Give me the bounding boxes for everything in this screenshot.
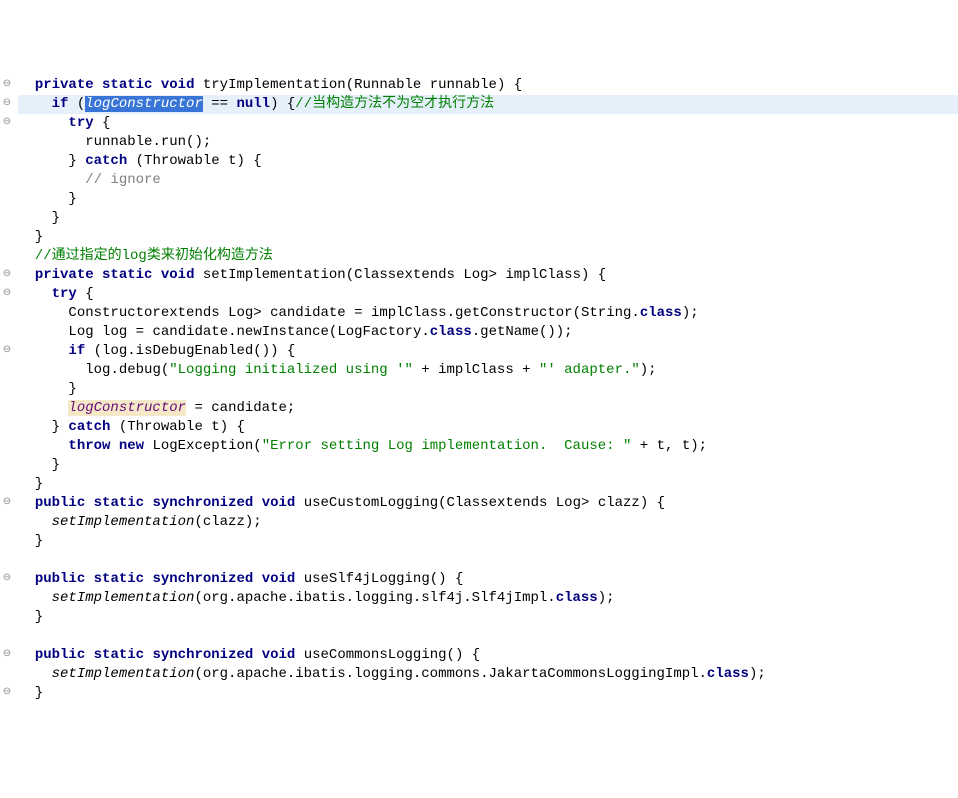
code-line[interactable]: runnable.run();: [18, 133, 958, 152]
code-line[interactable]: }: [18, 456, 958, 475]
fold-gutter: ⊖ ⊖ ⊖ ⊖ ⊖ ⊖ ⊖ ⊖ ⊖ ⊖: [0, 76, 16, 703]
code-line[interactable]: }: [18, 684, 958, 703]
code-line[interactable]: throw new LogException("Error setting Lo…: [18, 437, 958, 456]
code-line[interactable]: }: [18, 190, 958, 209]
code-line[interactable]: if (log.isDebugEnabled()) {: [18, 342, 958, 361]
code-line[interactable]: try {: [18, 114, 958, 133]
code-line[interactable]: setImplementation(org.apache.ibatis.logg…: [18, 589, 958, 608]
code-line[interactable]: }: [18, 380, 958, 399]
code-line[interactable]: public static synchronized void useCommo…: [18, 646, 958, 665]
code-line[interactable]: Constructorextends Log> candidate = impl…: [18, 304, 958, 323]
code-line[interactable]: log.debug("Logging initialized using '" …: [18, 361, 958, 380]
code-line[interactable]: [18, 551, 958, 570]
code-line[interactable]: public static synchronized void useCusto…: [18, 494, 958, 513]
fold-toggle-icon[interactable]: ⊖: [2, 346, 12, 356]
code-line[interactable]: setImplementation(clazz);: [18, 513, 958, 532]
code-line[interactable]: private static void tryImplementation(Ru…: [18, 76, 958, 95]
code-line[interactable]: [18, 627, 958, 646]
code-line[interactable]: public static synchronized void useSlf4j…: [18, 570, 958, 589]
fold-toggle-icon[interactable]: ⊖: [2, 574, 12, 584]
fold-toggle-icon[interactable]: ⊖: [2, 650, 12, 660]
code-line[interactable]: try {: [18, 285, 958, 304]
code-line[interactable]: //通过指定的log类来初始化构造方法: [18, 247, 958, 266]
code-line[interactable]: // ignore: [18, 171, 958, 190]
code-line[interactable]: if (logConstructor == null) {//当构造方法不为空才…: [18, 95, 958, 114]
fold-toggle-icon[interactable]: ⊖: [2, 80, 12, 90]
code-editor[interactable]: ⊖ ⊖ ⊖ ⊖ ⊖ ⊖ ⊖ ⊖ ⊖ ⊖ private static void tryImplem…: [0, 76, 958, 703]
code-line[interactable]: } catch (Throwable t) {: [18, 152, 958, 171]
selected-identifier[interactable]: logConstructor: [85, 96, 203, 112]
fold-toggle-icon[interactable]: ⊖: [2, 118, 12, 128]
fold-toggle-icon[interactable]: ⊖: [2, 289, 12, 299]
fold-toggle-icon[interactable]: ⊖: [2, 270, 12, 280]
code-line[interactable]: }: [18, 608, 958, 627]
code-line[interactable]: setImplementation(org.apache.ibatis.logg…: [18, 665, 958, 684]
code-line[interactable]: logConstructor = candidate;: [18, 399, 958, 418]
code-line[interactable]: private static void setImplementation(Cl…: [18, 266, 958, 285]
code-line[interactable]: Log log = candidate.newInstance(LogFacto…: [18, 323, 958, 342]
code-line[interactable]: }: [18, 475, 958, 494]
code-line[interactable]: }: [18, 228, 958, 247]
fold-toggle-icon[interactable]: ⊖: [2, 688, 12, 698]
fold-toggle-icon[interactable]: ⊖: [2, 99, 12, 109]
usage-highlight[interactable]: logConstructor: [68, 400, 186, 416]
fold-toggle-icon[interactable]: ⊖: [2, 498, 12, 508]
code-line[interactable]: } catch (Throwable t) {: [18, 418, 958, 437]
code-line[interactable]: }: [18, 532, 958, 551]
code-line[interactable]: }: [18, 209, 958, 228]
code-area[interactable]: private static void tryImplementation(Ru…: [16, 76, 958, 703]
